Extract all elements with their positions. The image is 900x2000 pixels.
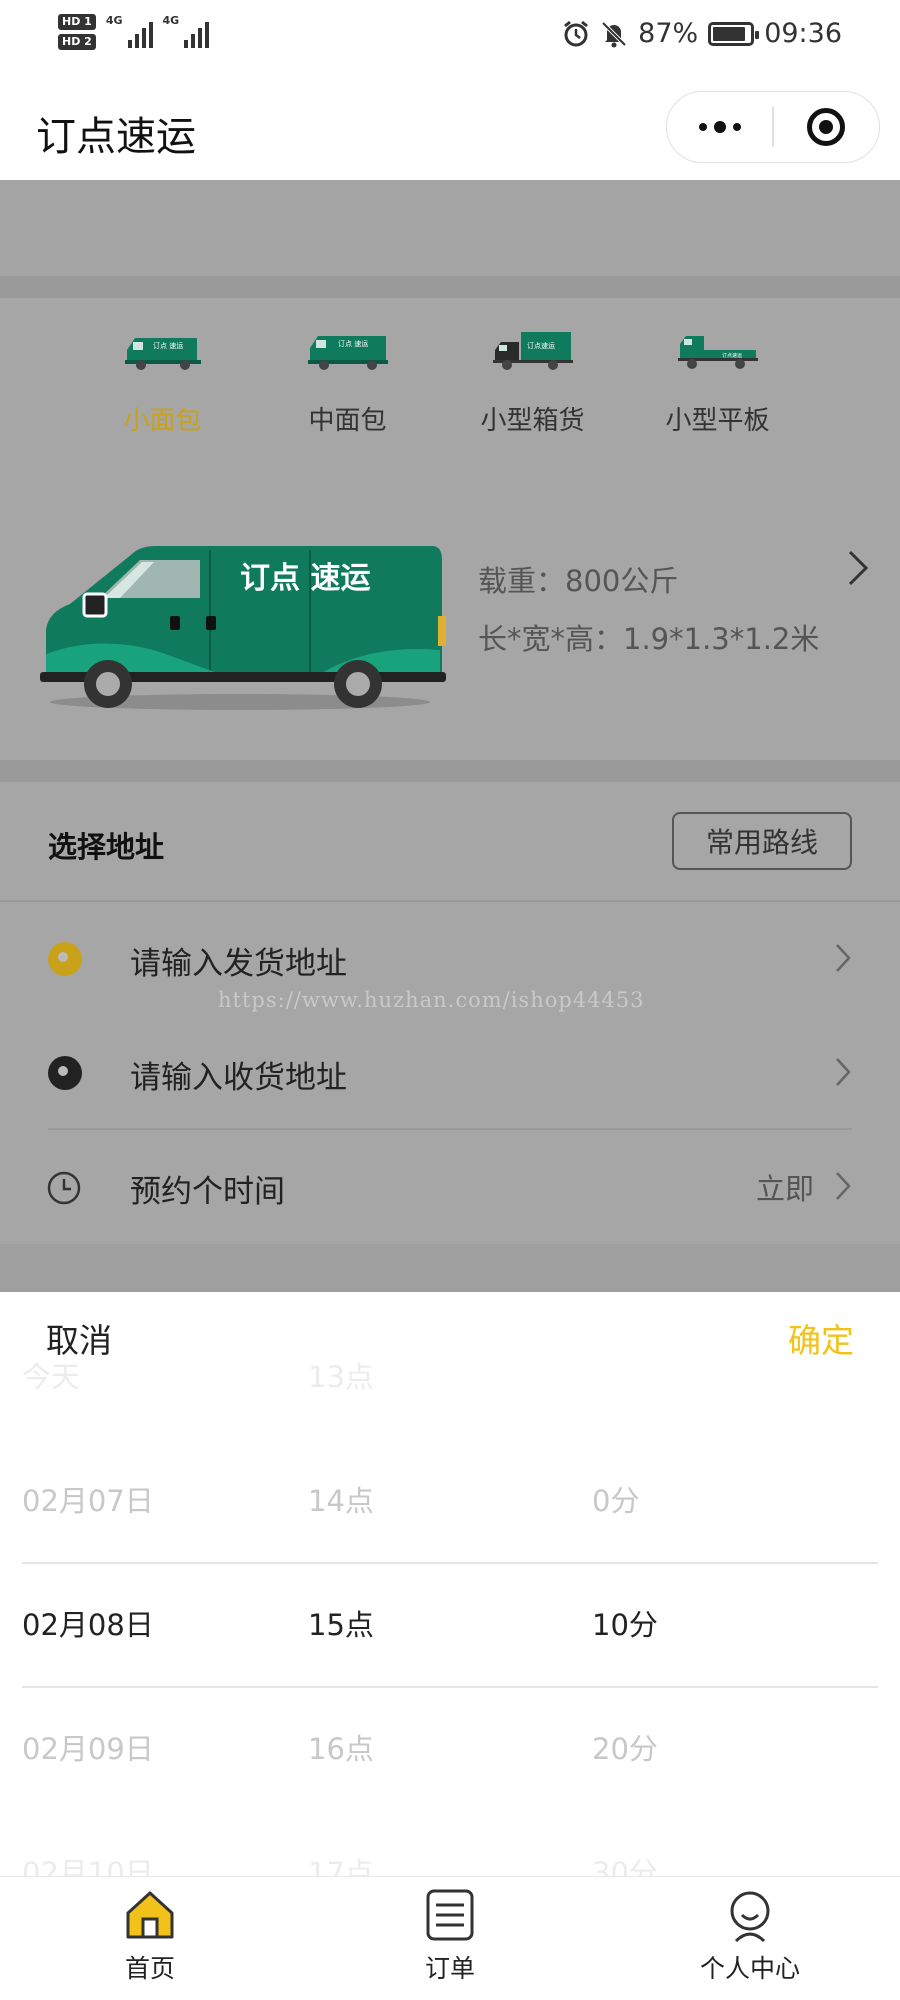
mute-icon xyxy=(601,21,627,47)
vehicle-tabs: 订点 速运 小面包 订点 速运 中面包 订点速运 小型箱货 订点速运 小型平板 xyxy=(70,328,810,437)
page-title: 订点速运 xyxy=(36,114,196,160)
schedule-label: 预约个时间 xyxy=(130,1174,285,1210)
hour-option[interactable]: 16点 xyxy=(308,1726,374,1768)
dimmed-area[interactable] xyxy=(0,1244,900,1292)
banner-area xyxy=(0,180,900,276)
flatbed-truck-icon: 订点速运 xyxy=(677,336,758,369)
status-right: 87% 09:36 xyxy=(562,18,842,49)
address-section-title: 选择地址 xyxy=(48,830,165,864)
home-icon xyxy=(126,1891,174,1939)
tab-orders[interactable]: 订单 xyxy=(370,1887,530,1985)
section-gap xyxy=(0,760,900,782)
minute-option[interactable]: 20分 xyxy=(592,1726,658,1768)
tab-medium-van[interactable]: 订点 速运 中面包 xyxy=(255,328,440,437)
clock-time: 09:36 xyxy=(764,18,842,49)
order-icon xyxy=(426,1889,474,1941)
datetime-picker: 取消 确定 今天 02月07日 02月08日 02月09日 02月10日 13点… xyxy=(0,1292,900,1876)
tab-box-truck[interactable]: 订点速运 小型箱货 xyxy=(440,328,625,437)
sender-address-placeholder: 请输入发货地址 xyxy=(130,946,347,982)
chevron-right-icon xyxy=(836,1058,851,1086)
svg-text:订点速运: 订点速运 xyxy=(527,341,555,350)
tab-label: 小型平板 xyxy=(665,406,770,436)
van-brand-text: 订点 速运 xyxy=(240,561,370,596)
van-illustration: 订点 速运 xyxy=(40,546,446,710)
hour-option[interactable]: 14点 xyxy=(308,1478,374,1520)
more-icon xyxy=(698,121,741,133)
receiver-address-row[interactable]: 请输入收货地址 xyxy=(0,1028,900,1118)
divider xyxy=(48,1128,852,1130)
signal-strength-1-icon: 4G xyxy=(106,14,153,48)
chevron-right-icon xyxy=(836,1172,851,1200)
divider xyxy=(0,900,900,902)
network1-label: 4G xyxy=(105,14,123,27)
schedule-value: 立即 xyxy=(755,1172,814,1206)
hour-option[interactable]: 17点 xyxy=(308,1850,374,1876)
vehicle-details-chevron-icon[interactable] xyxy=(846,548,870,588)
sender-dot-icon xyxy=(48,942,82,976)
sim2-badge: HD 2 xyxy=(58,34,96,50)
title-bar: 订点速运 xyxy=(0,80,900,180)
tab-profile-label: 个人中心 xyxy=(699,1954,800,1983)
tab-home-label: 首页 xyxy=(124,1954,175,1983)
battery-icon xyxy=(708,21,760,46)
signal-strength-2-icon: 4G xyxy=(163,14,210,48)
hour-option[interactable]: 13点 xyxy=(308,1354,374,1396)
minute-option[interactable]: 0分 xyxy=(592,1478,639,1520)
signal-area: HD 1 HD 2 4G 4G xyxy=(58,14,210,50)
schedule-time-row[interactable]: 预约个时间 立即 xyxy=(0,1142,900,1232)
hour-column[interactable]: 13点 14点 15点 16点 17点 xyxy=(308,1292,558,1876)
watermark: https://www.huzhan.com/ishop44453 xyxy=(218,988,645,1012)
box-truck-icon: 订点速运 xyxy=(492,332,573,370)
minute-column[interactable]: 0分 10分 20分 30分 xyxy=(592,1292,842,1876)
close-target-icon xyxy=(807,108,846,146)
svg-text:订点 速运: 订点 速运 xyxy=(338,339,368,348)
clock-icon xyxy=(47,1171,81,1205)
day-option[interactable]: 今天 xyxy=(22,1354,80,1396)
receiver-address-placeholder: 请输入收货地址 xyxy=(130,1060,347,1096)
profile-icon xyxy=(730,1891,770,1943)
sim1-badge: HD 1 xyxy=(58,14,96,30)
day-option[interactable]: 02月07日 xyxy=(22,1478,154,1520)
bottom-tab-bar: 首页 订单 个人中心 xyxy=(0,1876,900,2000)
vehicle-dimensions: 长*宽*高：1.9*1.3*1.2米 xyxy=(478,622,820,656)
hour-option-selected[interactable]: 15点 xyxy=(308,1602,374,1644)
vehicle-load: 载重：800公斤 xyxy=(478,564,679,598)
day-option-selected[interactable]: 02月08日 xyxy=(22,1602,154,1644)
tab-home[interactable]: 首页 xyxy=(70,1887,230,1985)
tab-label: 小型箱货 xyxy=(480,406,585,436)
more-button[interactable] xyxy=(667,92,772,162)
minute-option[interactable]: 30分 xyxy=(592,1850,658,1876)
section-gap xyxy=(0,276,900,298)
tab-label: 小面包 xyxy=(123,406,202,436)
tab-flatbed[interactable]: 订点速运 小型平板 xyxy=(625,328,810,437)
svg-text:订点速运: 订点速运 xyxy=(722,352,742,359)
chevron-right-icon xyxy=(836,944,851,972)
minute-option-selected[interactable]: 10分 xyxy=(592,1602,658,1644)
battery-percent: 87% xyxy=(638,18,699,49)
common-routes-button[interactable]: 常用路线 xyxy=(672,812,852,870)
alarm-icon xyxy=(564,20,589,46)
day-option[interactable]: 02月09日 xyxy=(22,1726,154,1768)
day-column[interactable]: 今天 02月07日 02月08日 02月09日 02月10日 xyxy=(22,1292,272,1876)
vehicle-selector: 订点 速运 小面包 订点 速运 中面包 订点速运 小型箱货 订点速运 小型平板 … xyxy=(0,298,900,760)
network2-label: 4G xyxy=(162,14,180,27)
tab-orders-label: 订单 xyxy=(424,1954,475,1983)
tab-label: 中面包 xyxy=(308,406,387,436)
receiver-dot-icon xyxy=(48,1056,82,1090)
small-van-icon: 订点 速运 xyxy=(124,338,201,370)
svg-text:订点 速运: 订点 速运 xyxy=(153,341,183,350)
close-button[interactable] xyxy=(774,92,879,162)
status-bar: HD 1 HD 2 4G 4G 87% 09:36 xyxy=(0,0,900,80)
address-card: 选择地址 常用路线 请输入发货地址 请输入收货地址 预约个时间 立即 xyxy=(0,782,900,1244)
tab-profile[interactable]: 个人中心 xyxy=(670,1887,830,1985)
tab-small-van[interactable]: 订点 速运 小面包 xyxy=(70,328,255,437)
day-option[interactable]: 02月10日 xyxy=(22,1850,154,1876)
capsule-menu xyxy=(666,91,880,163)
medium-van-icon: 订点 速运 xyxy=(307,336,388,370)
sim-badges: HD 1 HD 2 xyxy=(58,14,96,50)
